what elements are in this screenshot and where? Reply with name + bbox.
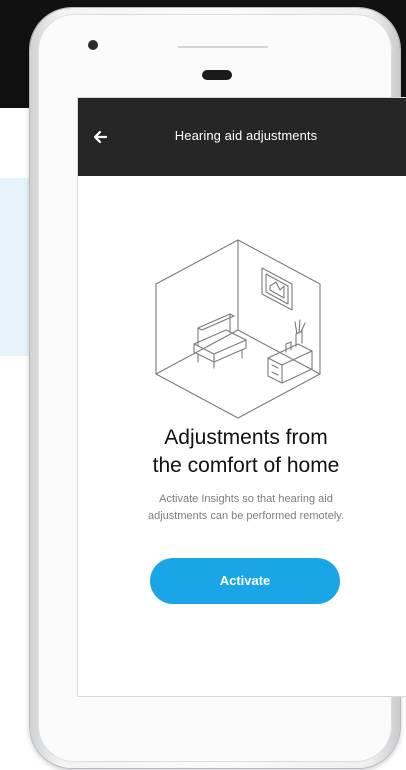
app-screen: Hearing aid adjustments Adjustments from… — [78, 98, 406, 696]
headline: Adjustments from the comfort of home — [78, 424, 406, 480]
activate-button[interactable]: Activate — [150, 558, 340, 604]
room-illustration — [155, 239, 321, 419]
description-line-2: adjustments can be performed remotely. — [147, 510, 345, 522]
app-bar: Hearing aid adjustments — [78, 98, 406, 176]
phone-frame: Hearing aid adjustments Adjustments from… — [30, 8, 406, 768]
sensor-strip — [178, 46, 268, 48]
front-camera — [88, 40, 98, 50]
description-line-1: Activate Insights so that hearing aid — [159, 493, 333, 505]
app-bar-title: Hearing aid adjustments — [174, 128, 318, 143]
marketing-stage: Hearing aid adjustments Adjustments from… — [0, 0, 406, 770]
earpiece-speaker — [202, 70, 232, 80]
headline-line-2: the comfort of home — [152, 454, 340, 477]
description: Activate Insights so that hearing aid ad… — [92, 491, 400, 525]
headline-line-1: Adjustments from — [164, 426, 328, 449]
